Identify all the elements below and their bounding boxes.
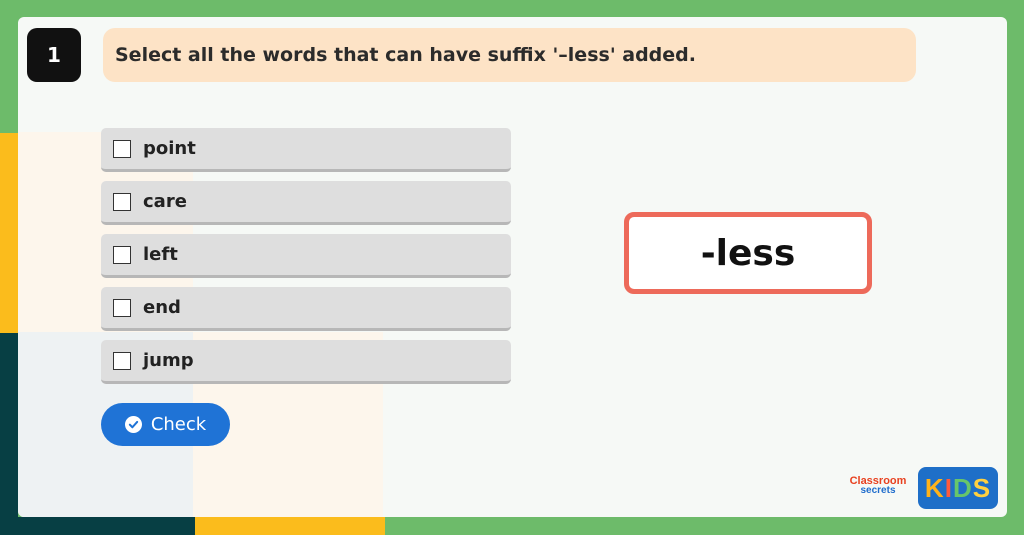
option-left[interactable]: left (101, 234, 511, 278)
option-end[interactable]: end (101, 287, 511, 331)
option-point[interactable]: point (101, 128, 511, 172)
check-button-label: Check (150, 414, 207, 435)
background-accent-yellow (0, 133, 18, 333)
option-label: point (143, 138, 196, 159)
option-label: care (143, 191, 187, 212)
kids-logo: K I D S (918, 467, 998, 509)
option-label: left (143, 244, 178, 265)
check-circle-icon (124, 416, 142, 433)
option-label: end (143, 297, 181, 318)
question-text: Select all the words that can have suffi… (115, 44, 696, 66)
option-care[interactable]: care (101, 181, 511, 225)
option-label: jump (143, 350, 194, 371)
kids-letter: D (952, 472, 973, 503)
kids-letter: S (972, 472, 992, 503)
background-accent-dark-bottom (0, 517, 195, 535)
question-prompt: Select all the words that can have suffi… (103, 28, 916, 82)
background-accent-yellow-bottom (195, 517, 385, 535)
kids-letter: I (944, 472, 953, 503)
question-number: 1 (27, 28, 81, 82)
checkbox[interactable] (113, 139, 131, 158)
logo-text-bottom: secrets (860, 485, 896, 496)
kids-letter: K (924, 472, 945, 503)
suffix-text: -less (700, 232, 796, 274)
checkbox[interactable] (113, 351, 131, 370)
background-accent-dark (0, 333, 18, 535)
option-jump[interactable]: jump (101, 340, 511, 384)
checkbox[interactable] (113, 298, 131, 317)
check-button[interactable]: Check (101, 403, 230, 446)
checkbox[interactable] (113, 245, 131, 264)
suffix-card: -less (624, 212, 872, 294)
classroom-secrets-logo: Classroom secrets (842, 476, 914, 502)
checkbox[interactable] (113, 192, 131, 211)
